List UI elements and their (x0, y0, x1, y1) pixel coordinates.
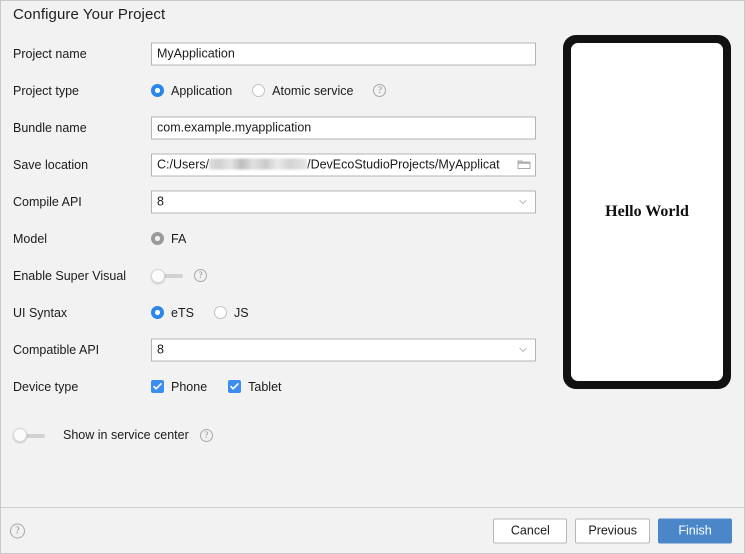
radio-model-fa-indicator (151, 232, 164, 245)
enable-super-visual-toggle[interactable] (151, 268, 183, 283)
toggle-knob (151, 268, 165, 283)
radio-js-label: JS (233, 305, 249, 320)
compile-api-label: Compile API (13, 194, 82, 209)
radio-application[interactable]: Application (151, 84, 232, 98)
row-bundle-name: Bundle name com.example.myapplication (1, 109, 549, 146)
model-label: Model (13, 231, 48, 246)
help-circle-icon-footer[interactable]: ? (10, 523, 25, 538)
project-config-form: Project name MyApplication Project type … (1, 35, 549, 405)
row-model: Model FA (1, 220, 549, 257)
help-circle-icon-service-center[interactable]: ? (199, 428, 213, 442)
model-radio-group: FA (151, 232, 206, 246)
project-type-radio-group: Application Atomic service ? (151, 84, 387, 98)
row-compile-api: Compile API 8 (1, 183, 549, 220)
radio-model-fa-label: FA (171, 231, 187, 246)
row-device-type: Device type Phone Tablet (1, 368, 549, 405)
device-type-checkbox-group: Phone Tablet (151, 380, 303, 394)
folder-open-icon[interactable] (517, 158, 531, 172)
radio-atomic-service[interactable]: Atomic service (252, 84, 353, 98)
row-compatible-api: Compatible API 8 (1, 331, 549, 368)
compatible-api-select[interactable]: 8 (151, 338, 536, 361)
page-title: Configure Your Project (13, 6, 166, 23)
compile-api-select[interactable]: 8 (151, 190, 536, 213)
radio-js[interactable]: JS (213, 305, 249, 320)
chevron-down-icon-compatible-api (517, 344, 529, 356)
checkbox-phone[interactable]: Phone (151, 380, 207, 394)
radio-model-fa[interactable]: FA (151, 232, 186, 246)
project-name-input[interactable]: MyApplication (151, 42, 536, 65)
help-circle-icon-super-visual[interactable]: ? (194, 269, 207, 282)
bundle-name-value: com.example.myapplication (157, 120, 312, 135)
phone-preview: Hello World (563, 35, 731, 389)
device-type-label: Device type (13, 379, 79, 394)
save-location-suffix: /DevEcoStudioProjects/MyApplicat (307, 157, 500, 172)
footer-button-group: Cancel Previous Finish (493, 518, 732, 543)
ui-syntax-radio-group: eTS JS (151, 306, 269, 320)
radio-ets[interactable]: eTS (151, 306, 194, 320)
radio-application-label: Application (171, 83, 233, 98)
finish-button[interactable]: Finish (658, 518, 732, 543)
ui-syntax-label: UI Syntax (13, 305, 68, 320)
checkbox-phone-label: Phone (171, 379, 208, 394)
toggle-knob (13, 428, 27, 442)
radio-js-indicator (213, 306, 227, 319)
row-show-in-service-center: Show in service center ? (13, 428, 213, 442)
radio-atomic-service-label: Atomic service (272, 83, 354, 98)
save-location-redacted-username (209, 158, 308, 170)
project-name-label: Project name (13, 46, 87, 61)
checkbox-tablet-indicator (228, 380, 242, 393)
save-location-prefix: C:/Users/ (157, 157, 210, 172)
row-project-name: Project name MyApplication (1, 35, 549, 72)
cancel-button[interactable]: Cancel (493, 518, 568, 543)
compile-api-value: 8 (157, 194, 164, 209)
chevron-down-icon-compile-api (517, 196, 529, 208)
configure-project-dialog: Configure Your Project Project name MyAp… (0, 0, 745, 554)
radio-ets-indicator (151, 306, 164, 319)
row-enable-super-visual: Enable Super Visual ? (1, 257, 549, 294)
show-in-service-center-toggle[interactable] (13, 428, 45, 442)
row-project-type: Project type Application Atomic service … (1, 72, 549, 109)
project-name-value: MyApplication (157, 46, 235, 61)
enable-super-visual-label: Enable Super Visual (13, 268, 127, 283)
show-in-service-center-label: Show in service center (63, 428, 189, 442)
radio-application-indicator (151, 84, 164, 97)
help-circle-icon-project-type[interactable]: ? (373, 84, 387, 97)
radio-atomic-service-indicator (252, 84, 266, 97)
save-location-input[interactable]: C:/Users/ /DevEcoStudioProjects/MyApplica… (151, 153, 536, 176)
phone-preview-screen: Hello World (571, 43, 723, 381)
save-location-label: Save location (13, 157, 89, 172)
phone-preview-text: Hello World (605, 203, 689, 220)
checkbox-tablet-label: Tablet (248, 379, 282, 394)
checkbox-phone-indicator (151, 380, 164, 393)
row-ui-syntax: UI Syntax eTS JS (1, 294, 549, 331)
bundle-name-input[interactable]: com.example.myapplication (151, 116, 536, 139)
previous-button[interactable]: Previous (575, 518, 650, 543)
dialog-footer: ? Cancel Previous Finish (1, 507, 744, 553)
compatible-api-label: Compatible API (13, 342, 100, 357)
compatible-api-value: 8 (157, 342, 164, 357)
radio-ets-label: eTS (171, 305, 194, 320)
checkbox-tablet[interactable]: Tablet (228, 379, 282, 394)
bundle-name-label: Bundle name (13, 120, 87, 135)
row-save-location: Save location C:/Users/ /DevEcoStudioProj… (1, 146, 549, 183)
project-type-label: Project type (13, 83, 80, 98)
